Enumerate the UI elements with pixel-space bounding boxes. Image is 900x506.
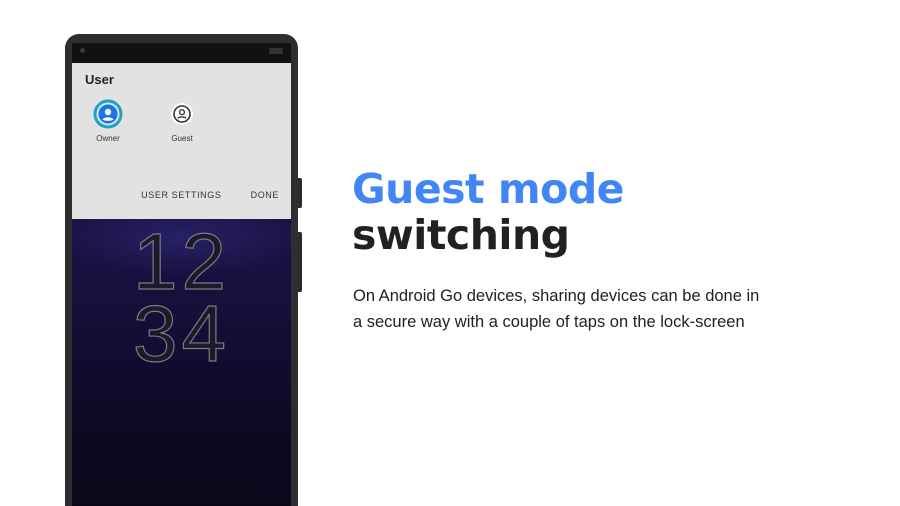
user-switcher-panel: User Owner Guest USER SETTINGS DONE — [72, 63, 291, 219]
done-button[interactable]: DONE — [251, 190, 279, 200]
guest-avatar-icon — [167, 99, 197, 129]
description: On Android Go devices, sharing devices c… — [353, 283, 813, 335]
slide: 12 34 User Owner Guest USER SETTINGS DON… — [0, 0, 900, 506]
headline: Guest mode switching — [352, 166, 624, 258]
headline-line-2: switching — [352, 211, 570, 259]
camera-dot-icon — [80, 48, 85, 53]
headline-line-1: Guest mode — [352, 165, 624, 213]
phone-screen: 12 34 User Owner Guest USER SETTINGS DON… — [72, 43, 291, 506]
user-settings-button[interactable]: USER SETTINGS — [141, 190, 221, 200]
status-bar — [72, 43, 291, 63]
phone-volume-button — [298, 232, 302, 292]
user-tile-guest[interactable]: Guest — [152, 99, 212, 143]
panel-title: User — [85, 72, 114, 87]
owner-label: Owner — [96, 134, 120, 143]
clock-hours: 12 — [132, 217, 230, 306]
panel-actions: USER SETTINGS DONE — [115, 190, 279, 200]
lockscreen-clock: 12 34 — [72, 217, 291, 378]
description-line-1: On Android Go devices, sharing devices c… — [353, 287, 760, 305]
guest-label: Guest — [171, 134, 193, 143]
phone-side-button — [298, 178, 302, 208]
description-line-2: a secure way with a couple of taps on th… — [353, 313, 745, 331]
battery-icon — [269, 48, 283, 54]
phone-mockup: 12 34 User Owner Guest USER SETTINGS DON… — [65, 34, 302, 506]
user-tile-owner[interactable]: Owner — [78, 99, 138, 143]
owner-avatar-icon — [93, 99, 123, 129]
clock-minutes: 34 — [132, 289, 230, 378]
